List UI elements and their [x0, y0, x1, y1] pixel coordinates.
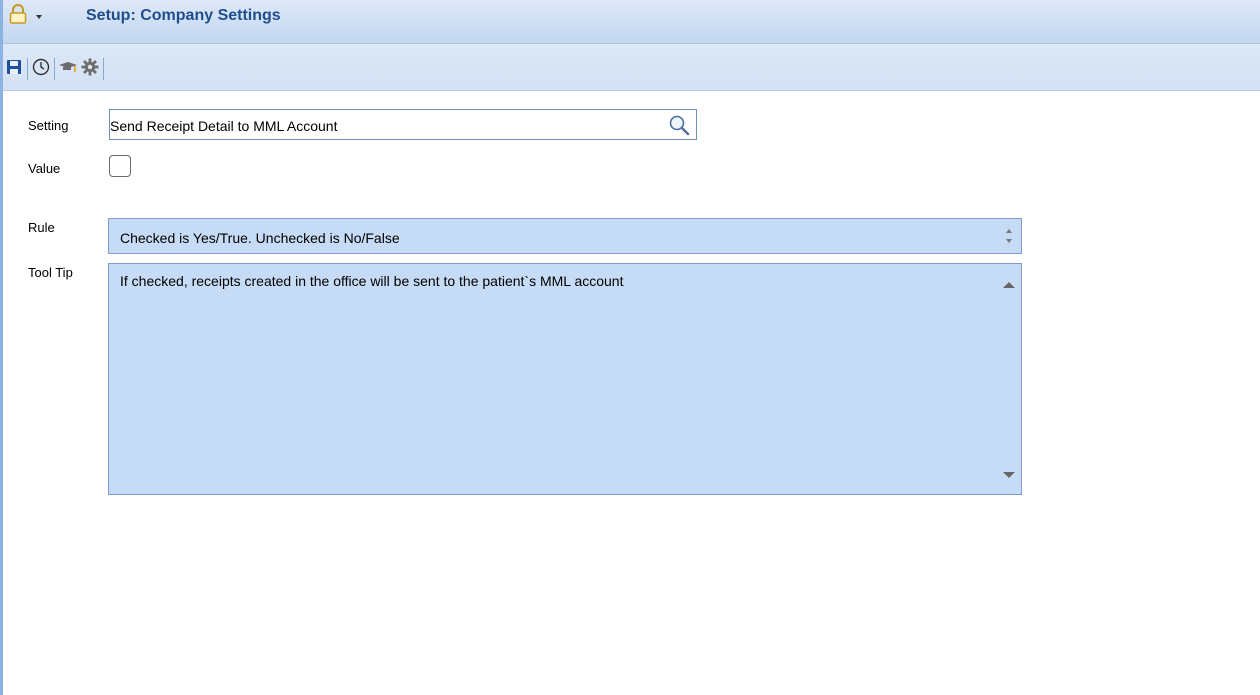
save-icon — [6, 59, 22, 80]
graduation-cap-icon — [58, 59, 78, 80]
rule-field: Checked is Yes/True. Unchecked is No/Fal… — [108, 218, 1022, 254]
triangle-down-icon — [1001, 468, 1017, 485]
company-settings-window: Setup: Company Settings Setting Send Rec… — [0, 0, 1260, 695]
magnifier-icon — [668, 115, 690, 139]
setting-label: Setting — [28, 118, 69, 133]
triangle-up-icon — [1001, 278, 1017, 295]
lock-icon — [9, 3, 27, 29]
spinner-arrows-icon — [1003, 229, 1015, 253]
setting-search-button[interactable] — [668, 114, 690, 136]
window-title: Setup: Company Settings — [86, 7, 281, 24]
toolbar-separator — [27, 58, 28, 80]
gear-icon — [81, 58, 99, 81]
setting-value: Send Receipt Detail to MML Account — [110, 118, 338, 134]
tooltip-text: If checked, receipts created in the offi… — [120, 273, 624, 289]
rule-spinner[interactable] — [1003, 223, 1015, 249]
toolbar-separator — [103, 58, 104, 80]
setting-field[interactable]: Send Receipt Detail to MML Account — [109, 109, 697, 140]
training-button[interactable] — [57, 57, 79, 81]
title-divider — [3, 43, 1260, 44]
clock-icon — [32, 58, 50, 81]
toolbar — [3, 55, 106, 83]
lock-menu-button[interactable] — [9, 3, 49, 29]
value-label: Value — [28, 161, 61, 176]
toolbar-separator — [54, 58, 55, 80]
tooltip-field: If checked, receipts created in the offi… — [108, 263, 1022, 495]
rule-text: Checked is Yes/True. Unchecked is No/Fal… — [120, 230, 400, 246]
save-button[interactable] — [3, 57, 25, 81]
value-checkbox[interactable] — [109, 155, 131, 177]
settings-button[interactable] — [79, 57, 101, 81]
rule-label: Rule — [28, 220, 55, 235]
tooltip-label: Tool Tip — [28, 265, 73, 280]
scroll-down-button[interactable] — [1001, 468, 1017, 480]
toolbar-background — [3, 44, 1260, 91]
scroll-up-button[interactable] — [1001, 278, 1017, 290]
caret-down-icon — [35, 7, 43, 25]
history-button[interactable] — [30, 57, 52, 81]
